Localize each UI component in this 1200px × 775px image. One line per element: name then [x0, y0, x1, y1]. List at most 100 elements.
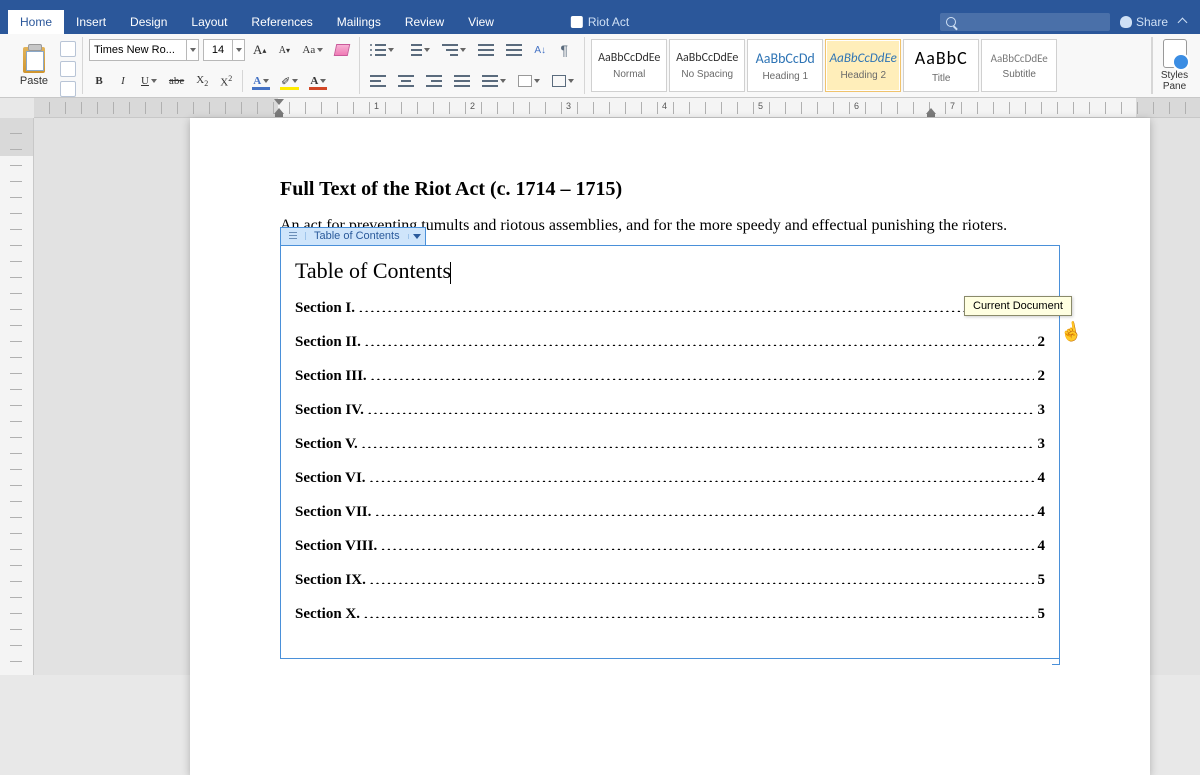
share-button[interactable]: Share	[1120, 15, 1168, 29]
styles-pane-button[interactable]: Styles Pane	[1152, 37, 1196, 94]
style-nospacing[interactable]: AaBbCcDdEe No Spacing	[669, 39, 745, 92]
hanging-indent-marker[interactable]	[274, 107, 284, 117]
toc-entry-label: Section IV.	[295, 402, 364, 419]
style-subtitle[interactable]: AaBbCcDdEe Subtitle	[981, 39, 1057, 92]
font-color-button[interactable]: A	[306, 70, 330, 92]
ruler-number: 1	[374, 101, 379, 111]
ribbon-tabs: Home Insert Design Layout References Mai…	[0, 10, 1200, 34]
change-case-button[interactable]: Aa	[298, 39, 327, 61]
style-title[interactable]: AaBbC Title	[903, 39, 979, 92]
decrease-font-button[interactable]: A▾	[274, 39, 294, 61]
toc-entry[interactable]: Section VII.4	[295, 504, 1045, 521]
increase-indent-button[interactable]	[502, 39, 526, 61]
tab-insert[interactable]: Insert	[64, 10, 118, 34]
document-page[interactable]: Full Text of the Riot Act (c. 1714 – 171…	[190, 118, 1150, 775]
font-name-combo[interactable]: Times New Ro...	[89, 39, 199, 61]
toc-leader-dots	[362, 442, 1034, 448]
toc-entry[interactable]: Section III.2	[295, 368, 1045, 385]
toc-leader-dots	[364, 612, 1034, 618]
toc-leader-dots	[365, 340, 1034, 346]
copy-button[interactable]	[60, 61, 76, 77]
subscript-button[interactable]: X2	[192, 70, 212, 92]
person-plus-icon	[1120, 16, 1132, 28]
tab-layout[interactable]: Layout	[179, 10, 239, 34]
toc-entry[interactable]: Section IX.5	[295, 572, 1045, 589]
ruler-number: 6	[854, 101, 859, 111]
multilevel-list-button[interactable]	[438, 39, 470, 61]
toc-leader-dots	[368, 408, 1034, 414]
style-sample: AaBbCcDdEe	[830, 51, 897, 66]
style-name: Title	[932, 73, 951, 84]
toc-entry[interactable]: Section VIII.4	[295, 538, 1045, 555]
toc-leader-dots	[381, 544, 1033, 550]
collapse-ribbon-icon[interactable]	[1178, 17, 1188, 27]
justify-button[interactable]	[450, 70, 474, 92]
font-size-dropdown-icon[interactable]	[232, 40, 244, 60]
underline-button[interactable]: U	[137, 70, 161, 92]
search-input[interactable]	[940, 13, 1110, 31]
toc-entry[interactable]: Section I.1	[295, 300, 1045, 317]
font-name-dropdown-icon[interactable]	[186, 40, 198, 60]
toc-field[interactable]: Table of Contents Table of Contents Sect…	[280, 245, 1060, 659]
sort-button[interactable]: A↓	[530, 39, 550, 61]
toc-entry[interactable]: Section IV. 3	[295, 402, 1045, 419]
format-painter-button[interactable]	[60, 81, 76, 97]
line-spacing-button[interactable]	[478, 70, 510, 92]
styles-pane-icon	[1163, 39, 1187, 68]
vertical-ruler[interactable]	[0, 118, 34, 675]
align-right-button[interactable]	[422, 70, 446, 92]
text-effects-button[interactable]: A	[249, 70, 273, 92]
toc-field-tab[interactable]: Table of Contents	[280, 227, 426, 245]
toc-grip-icon[interactable]	[281, 232, 306, 240]
toc-entry[interactable]: Section II.2	[295, 334, 1045, 351]
style-name: No Spacing	[681, 69, 733, 80]
paste-label: Paste	[20, 75, 48, 87]
increase-font-button[interactable]: A▴	[249, 39, 270, 61]
align-center-button[interactable]	[394, 70, 418, 92]
toc-entry-label: Section II.	[295, 334, 361, 351]
tab-view[interactable]: View	[456, 10, 506, 34]
toc-dropdown-icon[interactable]	[408, 234, 425, 239]
decrease-indent-button[interactable]	[474, 39, 498, 61]
toc-entry[interactable]: Section X.5	[295, 606, 1045, 623]
document-heading[interactable]: Full Text of the Riot Act (c. 1714 – 171…	[280, 178, 1060, 201]
italic-button[interactable]: I	[113, 70, 133, 92]
ribbon-toolbar: Paste Times New Ro... 14 A▴ A▾ Aa B	[0, 34, 1200, 98]
toc-heading[interactable]: Table of Contents	[295, 258, 1045, 284]
borders-button[interactable]	[548, 70, 578, 92]
align-left-button[interactable]	[366, 70, 390, 92]
horizontal-ruler[interactable]: 1 2 3 4 5 6 7	[34, 98, 1200, 118]
numbering-button[interactable]	[402, 39, 434, 61]
toc-entry-page: 3	[1038, 402, 1046, 419]
style-normal[interactable]: AaBbCcDdEe Normal	[591, 39, 667, 92]
cut-button[interactable]	[60, 41, 76, 57]
clear-formatting-button[interactable]	[331, 39, 353, 61]
strikethrough-button[interactable]: abe	[165, 70, 188, 92]
toc-resize-handle[interactable]	[1052, 657, 1060, 665]
style-heading2[interactable]: AaBbCcDdEe Heading 2	[825, 39, 901, 92]
paste-button[interactable]: Paste	[20, 45, 48, 87]
document-canvas[interactable]: Full Text of the Riot Act (c. 1714 – 171…	[0, 118, 1200, 675]
font-size-combo[interactable]: 14	[203, 39, 245, 61]
shading-button[interactable]	[514, 70, 544, 92]
toc-entry[interactable]: Section V.3	[295, 436, 1045, 453]
bold-button[interactable]: B	[89, 70, 109, 92]
tab-mailings[interactable]: Mailings	[325, 10, 393, 34]
highlight-button[interactable]: ✐	[277, 70, 302, 92]
toc-entry[interactable]: Section VI.4	[295, 470, 1045, 487]
right-indent-marker[interactable]	[926, 107, 936, 117]
tab-home[interactable]: Home	[8, 10, 64, 34]
style-heading1[interactable]: AaBbCcDd Heading 1	[747, 39, 823, 92]
toc-leader-dots	[375, 510, 1033, 516]
tab-design[interactable]: Design	[118, 10, 179, 34]
superscript-button[interactable]: X2	[216, 70, 236, 92]
tooltip: Current Document	[964, 296, 1072, 316]
bullets-button[interactable]	[366, 39, 398, 61]
style-sample: AaBbC	[915, 47, 968, 69]
show-marks-button[interactable]: ¶	[554, 39, 574, 61]
toc-leader-dots	[359, 306, 1034, 312]
ribbon-tab-list: Home Insert Design Layout References Mai…	[8, 10, 506, 34]
tab-review[interactable]: Review	[393, 10, 456, 34]
ruler-number: 4	[662, 101, 667, 111]
tab-references[interactable]: References	[239, 10, 324, 34]
